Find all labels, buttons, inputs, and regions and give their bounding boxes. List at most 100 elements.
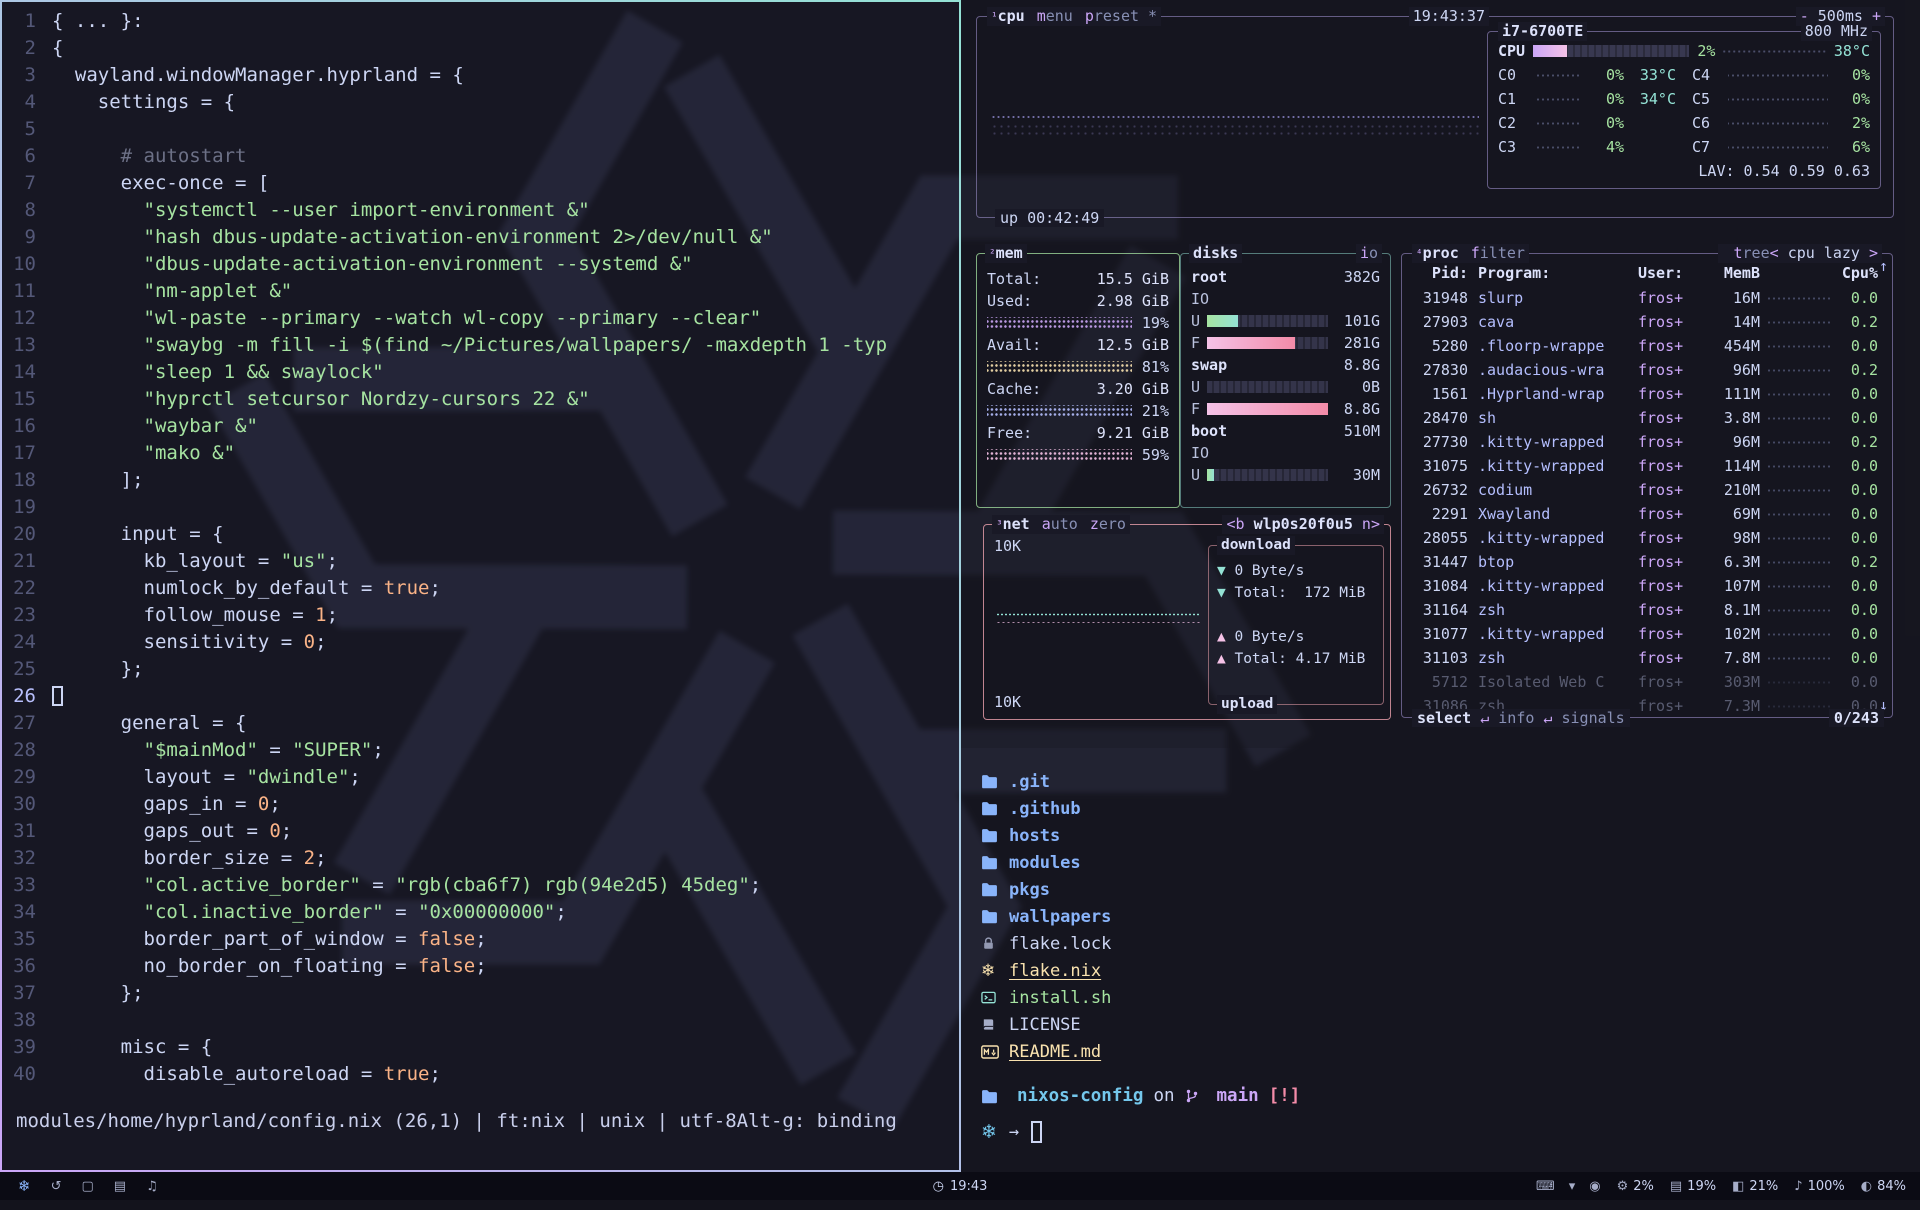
download-title: download [1217, 536, 1295, 555]
signals-action[interactable]: signals [1562, 709, 1625, 727]
file-entry: ❄flake.nix [981, 957, 1920, 984]
disk-meter [1207, 469, 1328, 481]
shell-prompt: nixos-config on main [!] [981, 1081, 1920, 1111]
process-row[interactable]: 27830.audacious-wrafros+96M0.2 [1402, 358, 1892, 382]
cpu-box-number: ¹ [991, 10, 998, 23]
header-program[interactable]: Program: [1478, 264, 1638, 282]
mval: 2.98 GiB [1097, 292, 1169, 310]
header-cpu[interactable]: Cpu% [1838, 264, 1878, 282]
circle [1186, 1090, 1189, 1093]
network-interface[interactable]: <b wlp0s20f0u5 n> [1222, 515, 1384, 534]
brightness[interactable]: ◐84% [1861, 1179, 1906, 1194]
notes-icon[interactable]: ▢ [81, 1179, 93, 1194]
process-row[interactable]: 28470shfros+3.8M0.0 [1402, 406, 1892, 430]
tree-toggle[interactable]: tree [1734, 244, 1770, 263]
file-entry: LICENSE [981, 1011, 1920, 1038]
core-cell: C10%34°C [1498, 90, 1676, 108]
io-toggle[interactable]: io [1356, 244, 1382, 263]
editor-pane[interactable]: 1{ ... }:2{3 wayland.windowManager.hyprl… [0, 0, 961, 1172]
tk-fg: ; [475, 928, 486, 950]
notifications-icon[interactable]: ◉ [1589, 1179, 1600, 1194]
tk-fg: ; [750, 874, 761, 896]
code-line-text: { ... }: [52, 8, 144, 35]
zero-toggle[interactable]: zero [1090, 515, 1126, 534]
process-row[interactable]: 28055.kitty-wrappedfros+98M0.0 [1402, 526, 1892, 550]
menu-button[interactable]: menu [1037, 7, 1073, 26]
disk-usage[interactable]: ◧21% [1732, 1179, 1778, 1194]
terminal-pane[interactable]: .git.githubhostsmodulespkgswallpapersfla… [961, 748, 1920, 1172]
line-number: 15 [2, 386, 52, 413]
music-icon[interactable]: ♫ [146, 1179, 158, 1194]
process-row[interactable]: 31075.kitty-wrappedfros+114M0.0 [1402, 454, 1892, 478]
code-line-text: "nm-applet &" [52, 278, 292, 305]
process-row[interactable]: 26732codiumfros+210M0.0 [1402, 478, 1892, 502]
tk-str: "systemctl --user import-environment &" [144, 199, 590, 221]
filter-button[interactable]: filter [1471, 244, 1525, 263]
header-user[interactable]: User: [1638, 264, 1704, 282]
iface-prev-key[interactable]: <b [1226, 515, 1253, 533]
svg [981, 855, 998, 870]
process-row[interactable]: 31447btopfros+6.3M0.2 [1402, 550, 1892, 574]
restart-icon[interactable]: ↺ [51, 1179, 62, 1194]
shell-input-line[interactable]: ❄ → [981, 1117, 1920, 1147]
process-row[interactable]: 31077.kitty-wrappedfros+102M0.0 [1402, 622, 1892, 646]
process-row[interactable]: 27903cavafros+14M0.2 [1402, 310, 1892, 334]
process-row[interactable]: 31164zshfros+8.1M0.0 [1402, 598, 1892, 622]
process-row[interactable]: 27730.kitty-wrappedfros+96M0.2 [1402, 430, 1892, 454]
ppid: 31164 [1412, 601, 1468, 619]
process-row[interactable]: 31084.kitty-wrappedfros+107M0.0 [1402, 574, 1892, 598]
header-pid[interactable]: Pid: [1412, 264, 1468, 282]
process-row[interactable]: 5280.floorp-wrappefros+454M0.0 [1402, 334, 1892, 358]
taskbar-clock[interactable]: ◷ 19:43 [933, 1179, 988, 1194]
sort-next-button[interactable]: > [1860, 244, 1878, 262]
preset-button[interactable]: preset * [1085, 7, 1157, 26]
cpu-usage[interactable]: ⚙2% [1617, 1179, 1654, 1194]
code-line-text: "mako &" [52, 440, 235, 467]
auto-toggle[interactable]: auto [1042, 515, 1078, 534]
memory-stats: Total:15.5 GiBUsed:2.98 GiB19%Avail:12.5… [977, 254, 1179, 466]
iface-next-key[interactable]: n> [1353, 515, 1380, 533]
pprog: .Hyprland-wrap [1478, 385, 1638, 403]
file-name: hosts [1009, 826, 1060, 846]
line-number: 32 [2, 845, 52, 872]
core-cell: C50% [1692, 90, 1870, 108]
core-cell: C62% [1692, 114, 1870, 132]
header-memb[interactable]: MemB [1704, 264, 1760, 282]
ctemp: 33°C [1624, 66, 1676, 84]
mval: 3.20 GiB [1097, 380, 1169, 398]
volume[interactable]: ♪100% [1794, 1179, 1844, 1194]
process-row[interactable]: 31103zshfros+7.8M0.0 [1402, 646, 1892, 670]
tk-fg [52, 253, 144, 275]
code-line-text: disable_autoreload = true; [52, 1061, 441, 1088]
btop-pane[interactable]: ¹cpumenupreset * 19:43:37 - 500ms + i7-6… [961, 0, 1920, 748]
io-toggle-label[interactable]: io [1360, 244, 1378, 263]
path [982, 829, 997, 842]
select-action[interactable]: select [1417, 709, 1471, 727]
sort-prev-button[interactable]: < [1770, 244, 1788, 262]
memory-graph-row: 19% [987, 312, 1169, 334]
process-row[interactable]: 31948slurpfros+16M0.0 [1402, 286, 1892, 310]
tk-str: "rgb(cba6f7) rgb(94e2d5) 45deg" [395, 874, 750, 896]
disk-meter [1207, 337, 1328, 349]
memory-usage[interactable]: ▤19% [1670, 1179, 1716, 1194]
process-row[interactable]: 5712Isolated Web Cfros+303M0.0 [1402, 670, 1892, 694]
cpct: 0% [1588, 114, 1624, 132]
pprog: .kitty-wrapped [1478, 577, 1638, 595]
keyboard-layout-icon[interactable]: ⌨ [1536, 1179, 1555, 1194]
nix-launcher-icon[interactable]: ❄ [18, 1177, 31, 1195]
tk-fg [52, 415, 144, 437]
updates-icon[interactable]: ▾ [1569, 1179, 1576, 1194]
info-action[interactable]: info [1498, 709, 1534, 727]
fillbar [1207, 315, 1238, 327]
process-row[interactable]: 1561.Hyprland-wrapfros+111M0.0 [1402, 382, 1892, 406]
pmem: 210M [1704, 481, 1760, 499]
tk-num: 0 [269, 820, 280, 842]
code-line-text: wayland.windowManager.hyprland = { [52, 62, 464, 89]
files-icon[interactable]: ▤ [114, 1179, 126, 1194]
ppid: 31084 [1412, 577, 1468, 595]
pcpu: 0.0 [1838, 577, 1878, 595]
code-line-text: "$mainMod" = "SUPER"; [52, 737, 384, 764]
net-stat-row: ▲ 0 Byte/s [1217, 626, 1375, 648]
process-row[interactable]: 2291Xwaylandfros+69M0.0 [1402, 502, 1892, 526]
puser: fros+ [1638, 673, 1704, 691]
